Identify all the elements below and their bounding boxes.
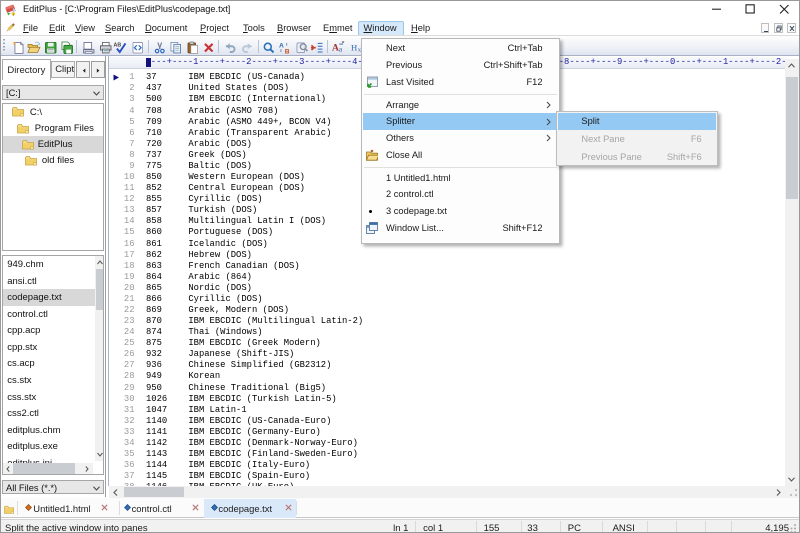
svg-text:B: B bbox=[285, 49, 290, 55]
svg-text:AB: AB bbox=[114, 43, 122, 49]
svg-text:a: a bbox=[338, 45, 342, 54]
svg-text:A: A bbox=[279, 43, 284, 50]
svg-text:H: H bbox=[351, 43, 357, 53]
